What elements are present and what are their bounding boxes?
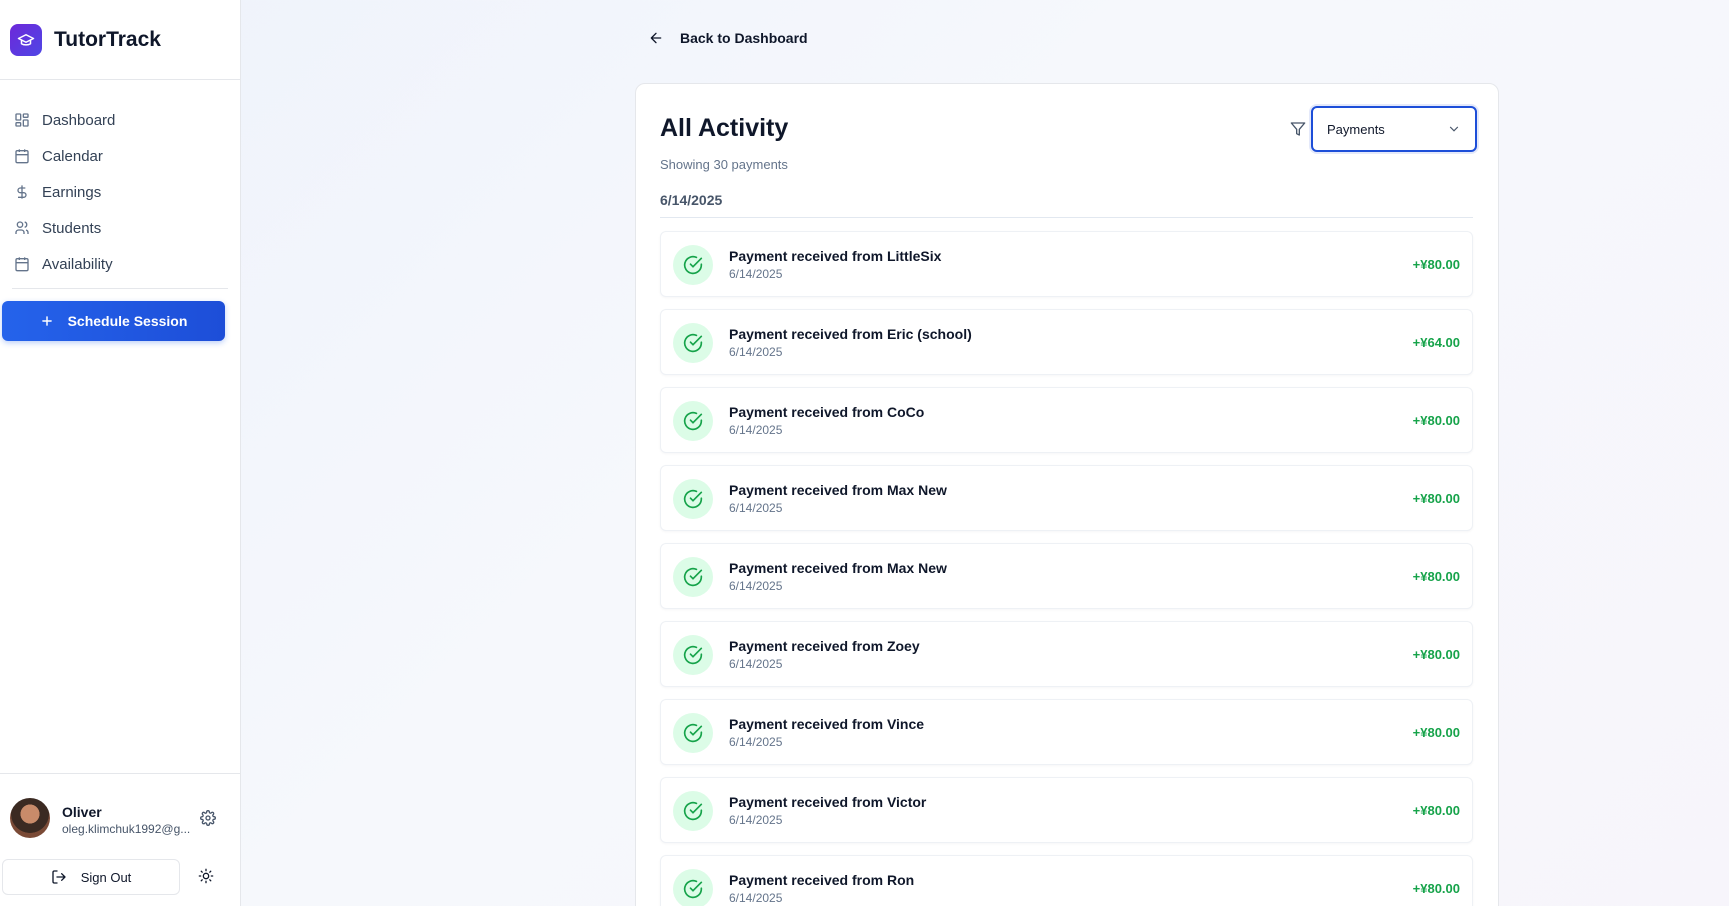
activity-amount: +¥64.00 <box>1412 335 1460 350</box>
activity-date: 6/14/2025 <box>729 267 783 281</box>
activity-date: 6/14/2025 <box>729 423 783 437</box>
sidebar-item-label: Availability <box>42 255 113 273</box>
activity-amount: +¥80.00 <box>1412 257 1460 272</box>
activity-date: 6/14/2025 <box>729 579 783 593</box>
check-circle-icon <box>673 401 713 441</box>
check-circle-icon <box>673 713 713 753</box>
check-circle-icon <box>673 479 713 519</box>
brand[interactable]: TutorTrack <box>0 0 240 80</box>
check-circle-icon <box>673 635 713 675</box>
check-circle-icon <box>673 869 713 906</box>
filter-selected-value: Payments <box>1327 121 1385 137</box>
sidebar-item-label: Calendar <box>42 147 103 165</box>
activity-list: Payment received from LittleSix 6/14/202… <box>660 231 1473 906</box>
check-circle-icon <box>673 245 713 285</box>
check-circle-icon <box>673 323 713 363</box>
activity-title: Payment received from Vince <box>729 716 925 732</box>
sidebar-nav: Dashboard Calendar Earnings Students Ava… <box>0 80 240 282</box>
activity-amount: +¥80.00 <box>1412 647 1460 662</box>
activity-date: 6/14/2025 <box>729 891 783 905</box>
list-item[interactable]: Payment received from Vince 6/14/2025 +¥… <box>660 699 1473 765</box>
user-email: oleg.klimchuk1992@g... <box>62 822 191 836</box>
activity-title: Payment received from Max New <box>729 482 947 498</box>
arrow-left-icon <box>650 32 662 44</box>
activity-title: Payment received from Max New <box>729 560 947 576</box>
avatar[interactable] <box>10 798 50 838</box>
plus-icon <box>41 316 52 326</box>
list-item[interactable]: Payment received from LittleSix 6/14/202… <box>660 231 1473 297</box>
activity-date: 6/14/2025 <box>729 735 783 749</box>
sidebar-item-earnings[interactable]: Earnings <box>12 174 228 210</box>
list-item[interactable]: Payment received from Victor 6/14/2025 +… <box>660 777 1473 843</box>
sun-icon[interactable] <box>198 868 214 884</box>
dollar-icon <box>17 185 27 199</box>
nav-divider <box>12 288 228 289</box>
activity-amount: +¥80.00 <box>1412 725 1460 740</box>
schedule-session-button[interactable]: Schedule Session <box>2 301 225 341</box>
app-name: TutorTrack <box>54 27 161 51</box>
activity-date: 6/14/2025 <box>729 501 783 515</box>
activity-amount: +¥80.00 <box>1412 803 1460 818</box>
check-circle-icon <box>673 791 713 831</box>
activity-amount: +¥80.00 <box>1412 569 1460 584</box>
sidebar-item-students[interactable]: Students <box>12 210 228 246</box>
activity-amount: +¥80.00 <box>1412 413 1460 428</box>
list-item[interactable]: Payment received from CoCo 6/14/2025 +¥8… <box>660 387 1473 453</box>
calendar-icon <box>15 257 29 272</box>
activity-title: Payment received from CoCo <box>729 404 925 420</box>
sidebar-item-label: Dashboard <box>42 111 116 129</box>
list-item[interactable]: Payment received from Max New 6/14/2025 … <box>660 543 1473 609</box>
graduation-cap-icon <box>10 23 42 56</box>
sidebar-item-availability[interactable]: Availability <box>12 246 228 282</box>
sidebar-item-label: Students <box>42 219 102 237</box>
activity-date: 6/14/2025 <box>729 813 783 827</box>
activity-title: Payment received from Eric (school) <box>729 326 972 342</box>
sidebar-item-calendar[interactable]: Calendar <box>12 138 228 174</box>
activity-title: Payment received from LittleSix <box>729 248 942 264</box>
sign-out-button[interactable]: Sign Out <box>2 859 180 895</box>
users-icon <box>15 221 29 234</box>
sidebar-item-label: Earnings <box>42 183 102 201</box>
sign-out-label: Sign Out <box>80 869 132 885</box>
user-panel: Oliver oleg.klimchuk1992@g... Sign Out <box>0 773 241 906</box>
activity-title: Payment received from Victor <box>729 794 927 810</box>
calendar-icon <box>15 149 29 164</box>
gear-icon[interactable] <box>200 810 216 826</box>
list-item[interactable]: Payment received from Ron 6/14/2025 +¥80… <box>660 855 1473 906</box>
filter-icon <box>1290 122 1306 136</box>
activity-date: 6/14/2025 <box>729 345 783 359</box>
dashboard-grid-icon <box>15 113 29 127</box>
activity-count: Showing 30 payments <box>660 157 788 172</box>
activity-title: Payment received from Zoey <box>729 638 920 654</box>
back-to-dashboard-link[interactable]: Back to Dashboard <box>648 30 808 46</box>
activity-date: 6/14/2025 <box>729 657 783 671</box>
activity-filter-select[interactable]: Payments <box>1311 106 1477 152</box>
check-circle-icon <box>673 557 713 597</box>
sidebar: TutorTrack Dashboard Calendar Earnings S… <box>0 0 241 906</box>
page-title: All Activity <box>660 114 789 142</box>
activity-card: All Activity Showing 30 payments Payment… <box>635 83 1499 906</box>
date-group-header: 6/14/2025 <box>660 192 1473 218</box>
chevron-down-icon <box>1449 126 1459 132</box>
activity-title: Payment received from Ron <box>729 872 915 888</box>
list-item[interactable]: Payment received from Zoey 6/14/2025 +¥8… <box>660 621 1473 687</box>
sidebar-item-dashboard[interactable]: Dashboard <box>12 102 228 138</box>
list-item[interactable]: Payment received from Eric (school) 6/14… <box>660 309 1473 375</box>
list-item[interactable]: Payment received from Max New 6/14/2025 … <box>660 465 1473 531</box>
user-name: Oliver <box>62 804 102 820</box>
back-label: Back to Dashboard <box>680 30 808 46</box>
sign-out-icon <box>52 870 66 884</box>
activity-amount: +¥80.00 <box>1412 881 1460 896</box>
schedule-session-label: Schedule Session <box>67 313 188 329</box>
activity-amount: +¥80.00 <box>1412 491 1460 506</box>
